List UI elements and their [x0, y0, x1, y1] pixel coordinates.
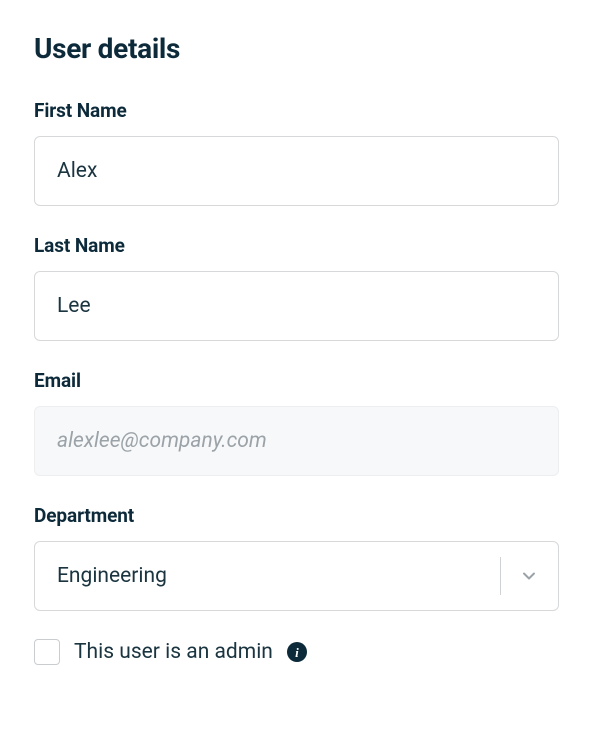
admin-checkbox-row: This user is an admin i [34, 639, 559, 665]
last-name-label: Last Name [34, 234, 559, 257]
last-name-input[interactable] [34, 271, 559, 341]
first-name-label: First Name [34, 99, 559, 122]
department-select-wrap: Engineering [34, 541, 559, 611]
email-input [34, 406, 559, 476]
first-name-group: First Name [34, 99, 559, 206]
admin-checkbox-label: This user is an admin [74, 640, 273, 664]
page-title: User details [34, 32, 559, 65]
department-select[interactable]: Engineering [34, 541, 559, 611]
info-icon[interactable]: i [287, 642, 307, 662]
email-group: Email [34, 369, 559, 476]
first-name-input[interactable] [34, 136, 559, 206]
admin-checkbox[interactable] [34, 639, 60, 665]
department-label: Department [34, 504, 559, 527]
department-value: Engineering [57, 564, 167, 588]
email-label: Email [34, 369, 559, 392]
department-group: Department Engineering [34, 504, 559, 611]
last-name-group: Last Name [34, 234, 559, 341]
